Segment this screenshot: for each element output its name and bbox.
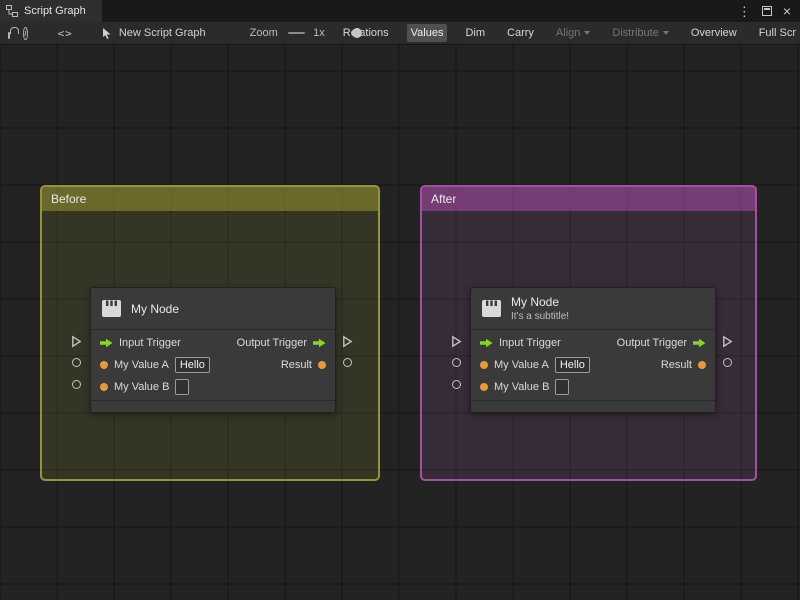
tab-script-graph[interactable]: Script Graph [0, 0, 102, 22]
dim-button[interactable]: Dim [461, 24, 489, 42]
port-row-value-a: My Value A Hello Result [91, 354, 335, 376]
group-after: After My Node It's a subtitle! Input Tri… [420, 185, 757, 481]
value-port-icon[interactable] [100, 383, 108, 391]
zoom-value: 1x [313, 27, 325, 39]
flow-arrow-out-icon[interactable] [313, 338, 326, 348]
graph-canvas[interactable]: Before My Node Input Trigger Output Trig… [0, 45, 800, 600]
port-row-trigger: Input Trigger Output Trigger [91, 332, 335, 354]
titlebar: Script Graph ⋮ × [0, 0, 800, 22]
outer-trigger-out-port[interactable] [722, 335, 733, 353]
flow-arrow-in-icon[interactable] [100, 338, 113, 348]
outer-value-b-port[interactable] [452, 380, 461, 389]
node-icon [101, 299, 122, 318]
node-body: Input Trigger Output Trigger My Value A … [471, 330, 715, 400]
port-label-output-trigger: Output Trigger [616, 337, 687, 349]
flow-arrow-in-icon[interactable] [480, 338, 493, 348]
node-header: My Node [91, 288, 335, 330]
node-title: My Node [131, 301, 180, 316]
lock-icon[interactable] [8, 26, 20, 39]
value-port-icon[interactable] [480, 361, 488, 369]
value-port-icon[interactable] [480, 383, 488, 391]
info-icon[interactable]: i [23, 26, 28, 40]
node-header: My Node It's a subtitle! [471, 288, 715, 330]
tab-label: Script Graph [24, 5, 86, 17]
outer-result-port[interactable] [723, 358, 732, 367]
group-after-header[interactable]: After [422, 187, 755, 211]
port-row-value-b: My Value B [91, 376, 335, 398]
overview-button[interactable]: Overview [687, 24, 741, 42]
pointer-cursor-icon [101, 27, 113, 40]
script-graph-icon [6, 5, 18, 17]
value-a-input[interactable]: Hello [174, 357, 210, 373]
value-b-input[interactable] [175, 379, 190, 395]
node-body: Input Trigger Output Trigger My Value A … [91, 330, 335, 400]
port-label-value-a: My Value A [494, 359, 549, 371]
kebab-menu-icon[interactable]: ⋮ [738, 5, 751, 18]
fullscreen-button[interactable]: Full Scr [755, 24, 800, 42]
graph-name-label[interactable]: New Script Graph [119, 27, 206, 39]
node-footer [91, 400, 335, 412]
relations-button[interactable]: Relations [339, 24, 393, 42]
node-icon [481, 299, 502, 318]
outer-value-a-port[interactable] [72, 358, 81, 367]
flow-arrow-out-icon[interactable] [693, 338, 706, 348]
port-row-value-a: My Value A Hello Result [471, 354, 715, 376]
outer-value-b-port[interactable] [72, 380, 81, 389]
node-footer [471, 400, 715, 412]
port-row-value-b: My Value B [471, 376, 715, 398]
zoom-slider[interactable] [287, 28, 362, 38]
distribute-button[interactable]: Distribute [608, 24, 672, 42]
values-button[interactable]: Values [406, 24, 448, 42]
chevron-down-icon [662, 31, 669, 36]
port-label-value-b: My Value B [114, 381, 170, 393]
outer-result-port[interactable] [343, 358, 352, 367]
chevron-down-icon [584, 31, 591, 36]
port-row-trigger: Input Trigger Output Trigger [471, 332, 715, 354]
port-label-result: Result [660, 359, 692, 371]
carry-button[interactable]: Carry [503, 24, 538, 42]
port-label-input-trigger: Input Trigger [499, 337, 561, 349]
zoom-label: Zoom [249, 27, 278, 39]
value-port-icon[interactable] [100, 361, 108, 369]
outer-trigger-in-port[interactable] [451, 335, 462, 353]
value-a-input[interactable]: Hello [554, 357, 590, 373]
node-title: My Node [511, 295, 560, 309]
port-label-value-a: My Value A [114, 359, 169, 371]
node-subtitle: It's a subtitle! [511, 311, 570, 322]
value-b-input[interactable] [555, 379, 570, 395]
zoom-slider-thumb[interactable] [351, 28, 362, 38]
group-before-header[interactable]: Before [42, 187, 378, 211]
code-icon[interactable]: <> [58, 27, 73, 40]
window-controls: ⋮ × [738, 0, 800, 22]
group-title: After [431, 192, 457, 206]
group-before: Before My Node Input Trigger Output Trig… [40, 185, 380, 481]
close-icon[interactable]: × [783, 4, 791, 18]
value-port-icon[interactable] [698, 361, 706, 369]
port-label-output-trigger: Output Trigger [236, 337, 307, 349]
port-label-result: Result [280, 359, 312, 371]
node-my-node-after[interactable]: My Node It's a subtitle! Input Trigger O… [470, 287, 716, 413]
toolbar: i <> New Script Graph Zoom 1x Relations … [0, 22, 800, 45]
value-port-icon[interactable] [318, 361, 326, 369]
outer-value-a-port[interactable] [452, 358, 461, 367]
group-title: Before [51, 192, 87, 206]
maximize-icon[interactable] [761, 6, 772, 16]
port-label-value-b: My Value B [494, 381, 550, 393]
node-my-node-before[interactable]: My Node Input Trigger Output Trigger My … [90, 287, 336, 413]
align-button[interactable]: Align [552, 24, 594, 42]
outer-trigger-in-port[interactable] [71, 335, 82, 353]
outer-trigger-out-port[interactable] [342, 335, 353, 353]
port-label-input-trigger: Input Trigger [119, 337, 181, 349]
